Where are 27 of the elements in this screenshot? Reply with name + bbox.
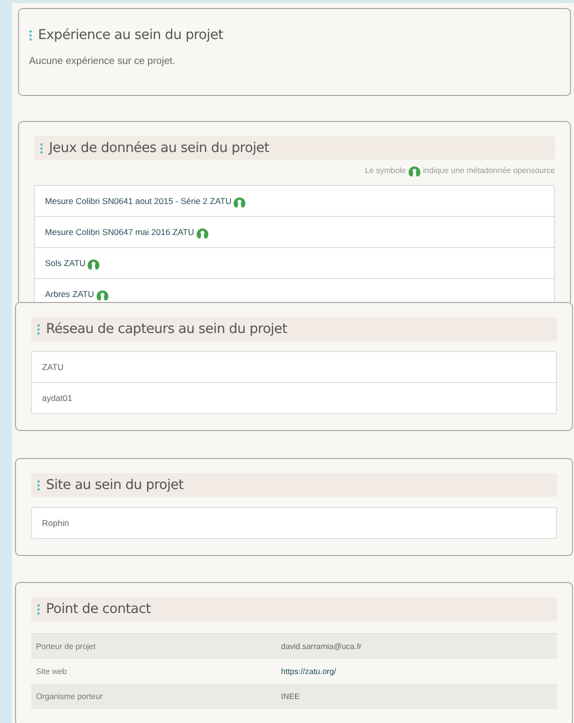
list-item[interactable]: aydat01 <box>32 382 556 413</box>
section-title: Jeux de données au sein du projet <box>49 140 270 156</box>
legend-text: indique une métadonnée opensource <box>422 166 555 175</box>
legend-text: Le symbole <box>364 166 406 175</box>
dataset-link[interactable]: Mesure Colibri SN0647 mai 2016 ZATU <box>45 227 194 237</box>
section-title: Réseau de capteurs au sein du projet <box>46 321 288 337</box>
opensource-icon <box>408 164 421 177</box>
dots-icon <box>29 30 32 40</box>
website-link[interactable]: https://zatu.org/ <box>276 667 557 676</box>
dataset-link[interactable]: Arbres ZATU <box>45 289 94 299</box>
field-value: INEE <box>280 692 301 701</box>
field-label: Porteur de projet <box>35 642 97 651</box>
field-label: Site web <box>35 667 68 676</box>
field-label: Organisme porteur <box>35 692 104 701</box>
dataset-link[interactable]: Mesure Colibri SN0641 aout 2015 - Série 2 ZATU <box>45 196 232 206</box>
list-item[interactable]: ZATU <box>32 352 556 382</box>
list-item[interactable]: Rophin <box>32 508 556 538</box>
dots-icon <box>37 480 40 490</box>
section-title: Site au sein du projet <box>46 477 184 493</box>
section-title: Point de contact <box>46 601 151 617</box>
section-title: Expérience au sein du projet <box>38 27 224 43</box>
dots-icon <box>37 604 40 614</box>
field-value: david.sarramia@uca.fr <box>280 642 363 651</box>
dots-icon <box>37 324 40 334</box>
empty-message: Aucune expérience sur ce projet. <box>29 56 176 67</box>
dots-icon <box>40 142 43 154</box>
dataset-link[interactable]: Sols ZATU <box>45 258 86 268</box>
